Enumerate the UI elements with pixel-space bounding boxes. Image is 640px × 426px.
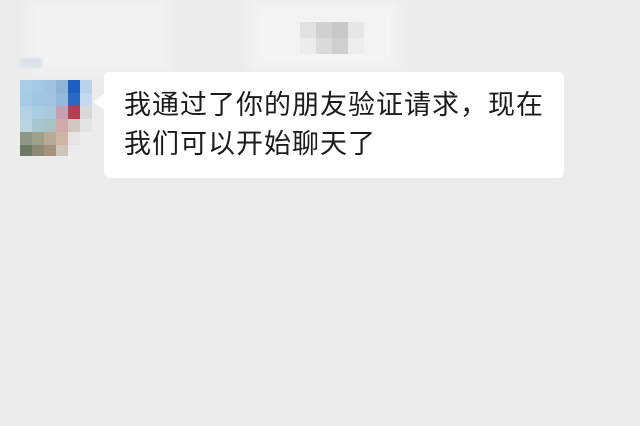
chat-area: 我通过了你的朋友验证请求，现在我们可以开始聊天了 bbox=[0, 0, 640, 426]
blurred-mosaic bbox=[300, 22, 364, 54]
avatar[interactable] bbox=[20, 80, 92, 156]
sender-name-blurred bbox=[20, 58, 42, 68]
message-bubble[interactable]: 我通过了你的朋友验证请求，现在我们可以开始聊天了 bbox=[94, 72, 564, 178]
message-text: 我通过了你的朋友验证请求，现在我们可以开始聊天了 bbox=[124, 90, 544, 160]
blurred-header-left bbox=[28, 0, 168, 70]
